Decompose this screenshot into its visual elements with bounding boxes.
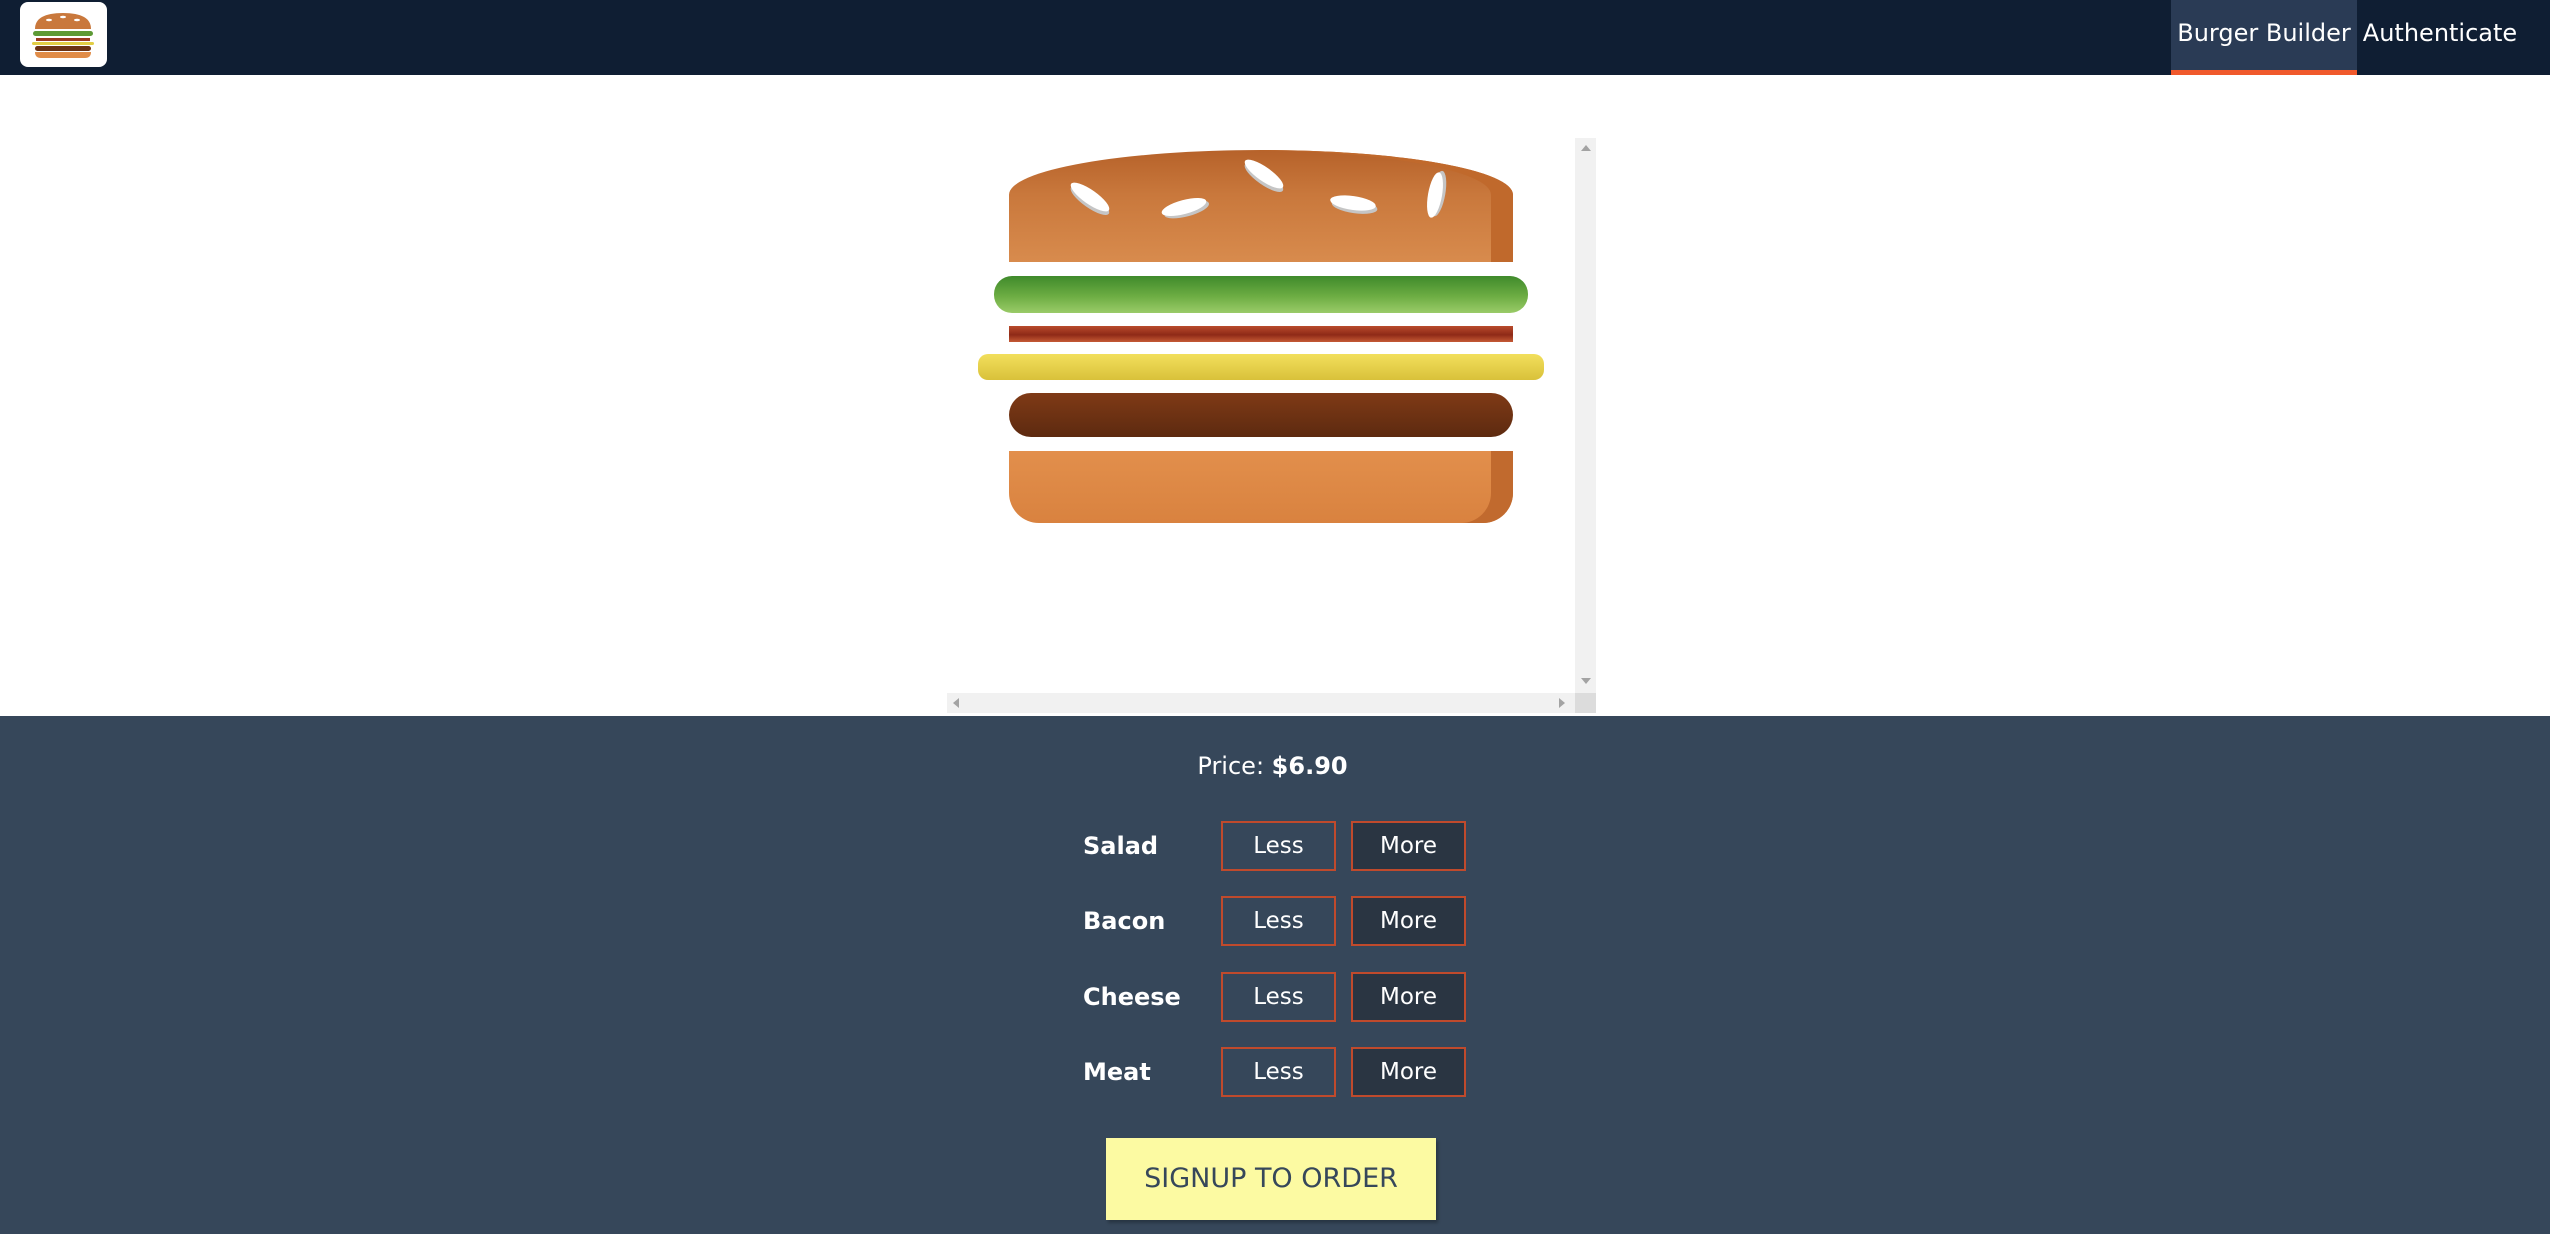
salad-layer	[994, 276, 1528, 313]
sesame-seed	[1424, 171, 1446, 219]
bread-top	[1009, 150, 1513, 262]
burger-preview	[947, 138, 1596, 713]
scroll-left-arrow-icon[interactable]	[953, 698, 959, 708]
control-label: Cheese	[1083, 983, 1181, 1011]
control-row-cheese: Cheese Less More	[0, 972, 2550, 1022]
salad-more-button[interactable]: More	[1351, 821, 1466, 871]
control-label: Bacon	[1083, 907, 1166, 935]
control-label: Meat	[1083, 1058, 1151, 1086]
horizontal-scrollbar[interactable]	[947, 693, 1575, 713]
bacon-less-button[interactable]: Less	[1221, 896, 1336, 946]
nav-burger-builder[interactable]: Burger Builder	[2171, 0, 2357, 75]
control-label: Salad	[1083, 832, 1159, 860]
bacon-layer	[1009, 326, 1513, 342]
burger-logo-icon-graphic	[32, 13, 94, 58]
scrollbar-corner	[1575, 693, 1596, 713]
nav-authenticate[interactable]: Authenticate	[2357, 0, 2523, 75]
scroll-down-arrow-icon[interactable]	[1581, 678, 1591, 684]
control-row-bacon: Bacon Less More	[0, 896, 2550, 946]
bacon-more-button[interactable]: More	[1351, 896, 1466, 946]
sesame-seed	[1241, 155, 1287, 193]
bread-bottom	[1009, 451, 1513, 523]
sesame-seed	[1159, 194, 1209, 220]
control-row-salad: Salad Less More	[0, 821, 2550, 871]
build-controls: Price: $6.90 Salad Less More Bacon Less …	[0, 716, 2550, 1234]
cheese-more-button[interactable]: More	[1351, 972, 1466, 1022]
signup-to-order-button[interactable]: SIGNUP TO ORDER	[1106, 1138, 1436, 1220]
toolbar: Burger Builder Authenticate	[0, 0, 2550, 75]
sesame-seed	[1067, 178, 1113, 216]
cheese-layer	[978, 354, 1544, 380]
price-display: Price: $6.90	[0, 752, 2545, 780]
meat-more-button[interactable]: More	[1351, 1047, 1466, 1097]
price-label: Price:	[1197, 752, 1265, 780]
scroll-up-arrow-icon[interactable]	[1581, 145, 1591, 151]
burger-logo-icon[interactable]	[20, 2, 107, 67]
meat-less-button[interactable]: Less	[1221, 1047, 1336, 1097]
vertical-scrollbar[interactable]	[1575, 138, 1596, 693]
sesame-seed	[1329, 192, 1377, 214]
price-value: $6.90	[1271, 752, 1348, 780]
cheese-less-button[interactable]: Less	[1221, 972, 1336, 1022]
meat-layer	[1009, 393, 1513, 437]
salad-less-button[interactable]: Less	[1221, 821, 1336, 871]
control-row-meat: Meat Less More	[0, 1047, 2550, 1097]
scroll-right-arrow-icon[interactable]	[1559, 698, 1565, 708]
